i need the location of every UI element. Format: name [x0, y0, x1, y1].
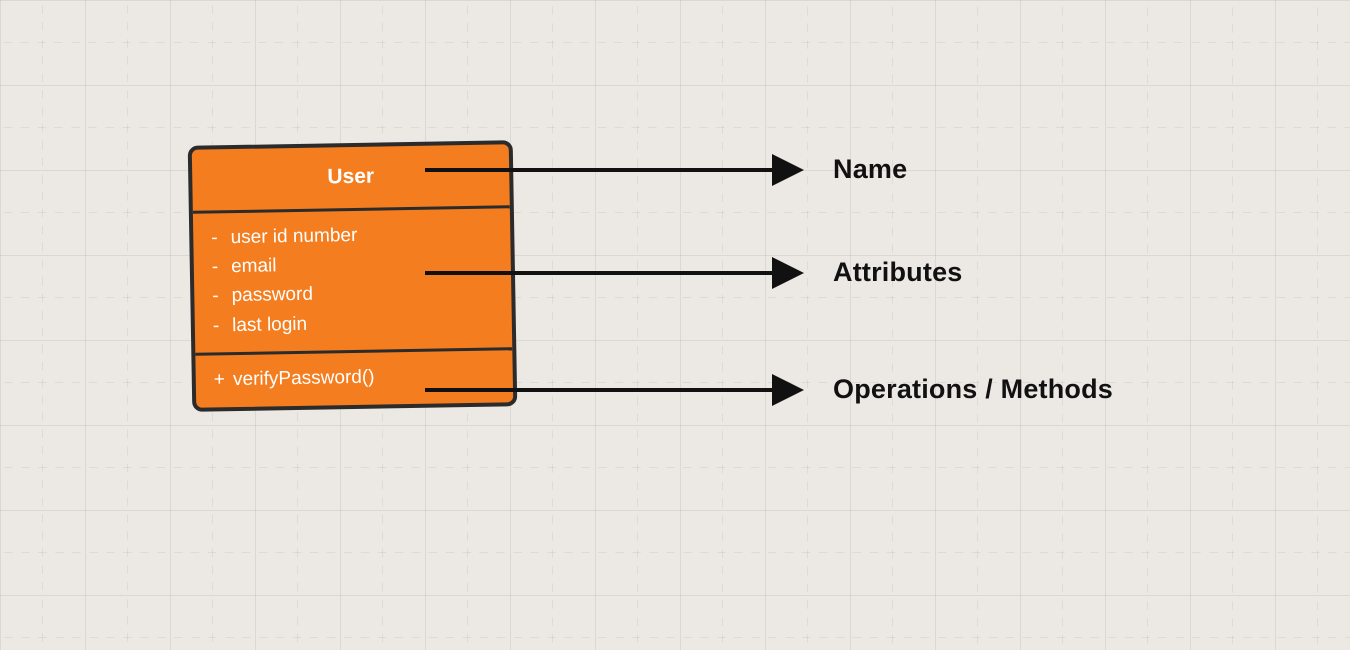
annotation-label-attributes: Attributes	[833, 257, 963, 288]
uml-attribute-visibility: -	[212, 252, 227, 282]
uml-attribute-visibility: -	[213, 311, 228, 341]
annotation-label-operations: Operations / Methods	[833, 374, 1113, 405]
uml-attribute-row: - last login	[213, 306, 494, 340]
uml-operation-signature: verifyPassword()	[233, 367, 375, 390]
uml-attribute-name: user id number	[230, 224, 357, 247]
annotation-label-name: Name	[833, 154, 907, 185]
uml-attribute-name: last login	[232, 314, 307, 336]
uml-attribute-visibility: -	[211, 223, 226, 253]
uml-operation-visibility: +	[214, 365, 229, 395]
uml-attribute-name: email	[231, 255, 277, 277]
uml-class-attributes-compartment: - user id number - email - password - la…	[193, 205, 512, 353]
uml-class-name: User	[327, 165, 374, 189]
uml-class-operations-compartment: + verifyPassword()	[195, 348, 513, 408]
uml-attribute-name: password	[231, 284, 313, 306]
uml-class-name-compartment: User	[192, 144, 510, 210]
uml-operation-row: + verifyPassword()	[214, 361, 495, 395]
uml-class-box: User - user id number - email - password…	[188, 140, 518, 411]
uml-attribute-visibility: -	[212, 282, 227, 312]
